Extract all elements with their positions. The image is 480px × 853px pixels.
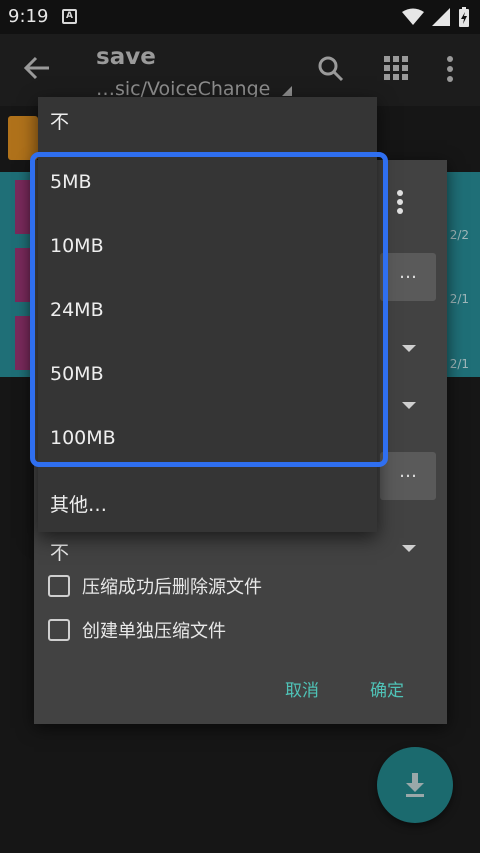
chevron-down-icon[interactable] [402,345,416,352]
status-time: 9:19 [8,6,49,27]
chevron-down-icon[interactable] [402,402,416,409]
delete-source-checkbox-row[interactable]: 压缩成功后删除源文件 [48,573,262,599]
wifi-icon [402,8,424,25]
signal-icon [432,8,450,26]
file-count: 2/2 [449,228,469,242]
status-icons [402,7,470,27]
browse-button[interactable]: … [380,452,436,500]
checkbox-label: 压缩成功后删除源文件 [82,577,262,598]
dialog-more-options-icon[interactable] [396,190,404,214]
back-arrow-icon[interactable] [24,56,50,80]
ok-button[interactable]: 确定 [370,676,404,701]
app-title: save [96,44,156,70]
status-bar: 9:19 A [0,0,480,34]
file-count: 2/1 [449,357,469,371]
path-dropdown-icon[interactable] [282,86,292,96]
file-count: 2/1 [449,292,469,306]
battery-charging-icon [459,7,469,27]
download-icon [406,773,424,797]
checkbox-label: 创建单独压缩文件 [82,621,226,642]
delete-source-checkbox[interactable] [48,575,70,597]
browse-button[interactable]: … [380,253,436,301]
chevron-down-icon[interactable] [402,545,416,552]
search-icon[interactable] [318,56,344,82]
split-size-select[interactable]: 不 [50,538,69,565]
menu-item-none[interactable]: 不 [50,107,69,134]
separate-archive-checkbox[interactable] [48,619,70,641]
highlight-box [30,152,388,467]
more-options-icon[interactable] [446,56,454,82]
notification-icon: A [62,9,77,24]
cancel-button[interactable]: 取消 [285,676,319,701]
app-bar: save …sic/VoiceChange [0,34,480,106]
menu-item-other[interactable]: 其他… [50,490,107,517]
grid-view-icon[interactable] [384,56,408,80]
extract-fab-button[interactable] [377,747,453,823]
separate-archive-checkbox-row[interactable]: 创建单独压缩文件 [48,617,226,643]
